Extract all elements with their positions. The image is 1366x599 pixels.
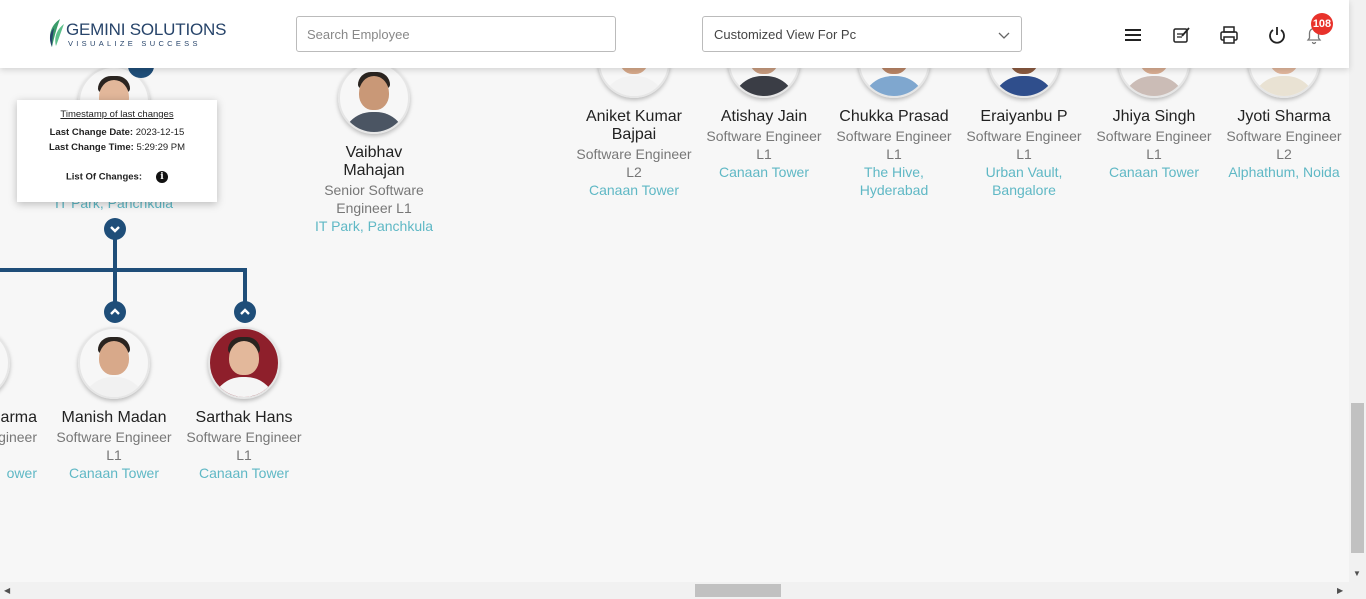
employee-role: ngineer [0, 429, 37, 445]
employee-name[interactable]: Sarthak Hans [179, 409, 309, 427]
app-header: GEMINI SOLUTIONS VISUALIZE SUCCESS Custo… [0, 0, 1349, 68]
employee-role: Software Engineer L1 [966, 128, 1082, 162]
info-icon[interactable]: i [156, 171, 168, 183]
employee-avatar[interactable] [338, 62, 410, 134]
logo-text: GEMINI SOLUTIONS [66, 20, 227, 39]
list-of-changes: List Of Changes: i [17, 171, 217, 183]
menu-icon[interactable] [1122, 24, 1144, 46]
employee-role: Senior Software Engineer L1 [324, 182, 424, 216]
last-change-date: Last Change Date: 2023-12-15 [49, 127, 185, 138]
last-change-time: Last Change Time: 5:29:29 PM [48, 142, 186, 153]
employee-card[interactable]: Manish Madan Software Engineer L1 Canaan… [49, 327, 179, 482]
employee-name[interactable]: Jyoti Sharma [1219, 108, 1349, 126]
employee-location: Canaan Tower [718, 164, 810, 180]
view-select-dropdown[interactable]: Customized View For Pc [702, 16, 1022, 52]
employee-name[interactable]: Aniket Kumar Bajpai [569, 108, 699, 144]
employee-name[interactable]: Atishay Jain [699, 108, 829, 126]
employee-location: Canaan Tower [198, 465, 290, 481]
horizontal-scrollbar[interactable] [0, 582, 1366, 599]
employee-location: Canaan Tower [68, 465, 160, 481]
change-timestamp-tooltip: Timestamp of last changes Last Change Da… [17, 100, 217, 202]
employee-location: Canaan Tower [1108, 164, 1200, 180]
connector-horizontal [0, 268, 247, 272]
employee-role: Software Engineer L2 [1226, 128, 1342, 162]
employee-card[interactable]: Sarthak Hans Software Engineer L1 Canaan… [179, 327, 309, 482]
vertical-scrollbar-thumb[interactable] [1351, 403, 1364, 553]
notepad-icon[interactable] [1170, 24, 1192, 46]
employee-role: Software Engineer L1 [1096, 128, 1212, 162]
employee-location: Urban Vault, Bangalore [985, 164, 1063, 198]
employee-avatar[interactable] [208, 327, 280, 399]
expand-toggle-up[interactable] [234, 301, 256, 323]
company-logo[interactable]: GEMINI SOLUTIONS VISUALIZE SUCCESS [46, 18, 226, 50]
logo-tagline: VISUALIZE SUCCESS [68, 39, 201, 48]
employee-location: Alphathum, Noida [1228, 164, 1340, 180]
employee-name[interactable]: Vaibhav Mahajan [309, 144, 439, 180]
printer-icon[interactable] [1218, 24, 1240, 46]
horizontal-scrollbar-thumb[interactable] [695, 584, 781, 597]
employee-name[interactable]: arma [0, 409, 39, 427]
scroll-down-arrow-icon[interactable]: ▼ [1353, 569, 1361, 579]
employee-name[interactable]: Eraiyanbu P [959, 108, 1089, 126]
employee-location: The Hive, Hyderabad [859, 164, 929, 198]
employee-name[interactable]: Chukka Prasad [829, 108, 959, 126]
power-icon[interactable] [1266, 24, 1288, 46]
scroll-left-arrow-icon[interactable]: ◀ [4, 586, 10, 596]
tooltip-title: Timestamp of last changes [60, 109, 174, 120]
expand-toggle-up[interactable] [104, 301, 126, 323]
employee-avatar[interactable] [78, 327, 150, 399]
employee-role: Software Engineer L1 [836, 128, 952, 162]
view-select-value: Customized View For Pc [714, 27, 857, 42]
notification-count-badge[interactable]: 108 [1311, 13, 1333, 35]
employee-card[interactable]: arma ngineer ower [0, 327, 39, 482]
employee-location: IT Park, Panchkula [314, 218, 434, 234]
employee-card[interactable]: Vaibhav Mahajan Senior Software Engineer… [309, 62, 439, 235]
employee-name[interactable]: Manish Madan [49, 409, 179, 427]
scroll-right-arrow-icon[interactable]: ▶ [1337, 586, 1343, 596]
employee-role: Software Engineer L2 [576, 146, 692, 180]
chevron-down-icon [998, 32, 1010, 39]
employee-location: Canaan Tower [588, 182, 680, 198]
employee-role: Software Engineer L1 [706, 128, 822, 162]
employee-role: Software Engineer L1 [186, 429, 302, 463]
search-employee-input[interactable] [296, 16, 616, 52]
collapse-toggle-down[interactable] [104, 218, 126, 240]
leaf-logo-icon [49, 19, 64, 47]
employee-location: ower [6, 465, 37, 481]
employee-role: Software Engineer L1 [56, 429, 172, 463]
employee-avatar[interactable] [0, 327, 10, 399]
employee-name[interactable]: Jhiya Singh [1089, 108, 1219, 126]
